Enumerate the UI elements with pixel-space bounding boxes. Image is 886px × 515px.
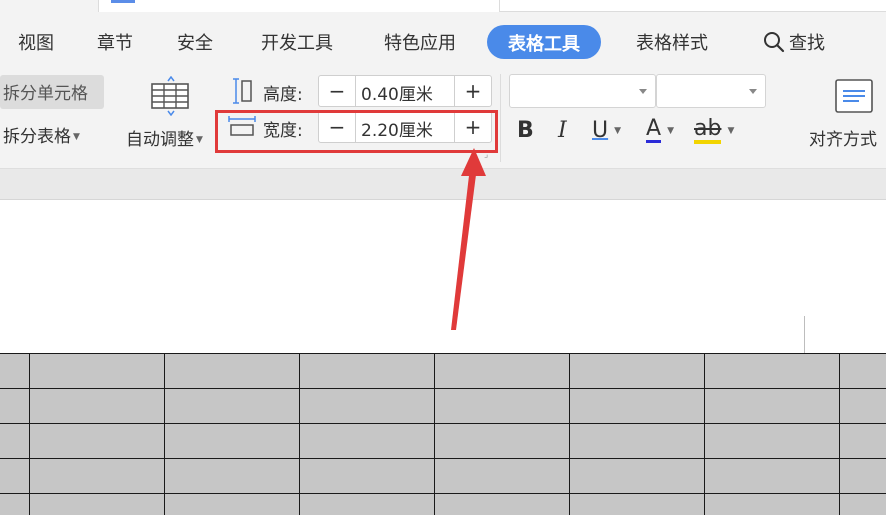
search-icon — [764, 32, 785, 53]
table-column-divider[interactable] — [704, 353, 705, 515]
font-name-select[interactable] — [509, 74, 656, 108]
width-highlight-box — [215, 110, 498, 153]
row-height-stepper[interactable]: − 0.40厘米 + — [318, 75, 492, 107]
underline-icon: U — [592, 118, 609, 143]
autofit-table-icon[interactable] — [151, 76, 191, 116]
table-column-divider[interactable] — [434, 353, 435, 515]
menu-bar: 视图 章节 安全 开发工具 特色应用 表格工具 表格样式 查找 — [0, 12, 886, 70]
tab-chapter[interactable]: 章节 — [97, 29, 133, 55]
table-row-divider[interactable] — [0, 458, 886, 459]
row-height-input[interactable]: 0.40厘米 — [355, 76, 455, 106]
tab-developer-tools[interactable]: 开发工具 — [261, 29, 333, 55]
chevron-down-icon: ▼ — [727, 126, 735, 136]
search-label: 查找 — [789, 33, 825, 54]
autofit-button[interactable]: 自动调整 ▼ — [126, 125, 203, 150]
row-height-label: 高度: — [263, 85, 303, 105]
align-label: 对齐方式 — [809, 130, 877, 150]
ruler-band — [0, 168, 886, 200]
chevron-down-icon — [749, 89, 757, 94]
table-column-divider[interactable] — [839, 353, 840, 515]
document-table[interactable] — [0, 353, 886, 515]
chevron-down-icon: ▼ — [73, 132, 80, 142]
autofit-label: 自动调整 — [126, 130, 194, 150]
window-top-strip — [0, 0, 886, 12]
row-height-icon — [233, 78, 252, 104]
search-button[interactable]: 查找 — [762, 29, 825, 55]
table-column-divider[interactable] — [569, 353, 570, 515]
tab-table-style[interactable]: 表格样式 — [636, 29, 708, 55]
tab-security[interactable]: 安全 — [177, 29, 213, 55]
tab-table-tools[interactable]: 表格工具 — [487, 25, 601, 59]
tab-view[interactable]: 视图 — [18, 29, 54, 55]
split-table-label: 拆分表格 — [3, 127, 71, 147]
font-color-icon: A — [646, 116, 662, 143]
table-column-divider[interactable] — [299, 353, 300, 515]
document-tab[interactable] — [98, 0, 500, 12]
align-button[interactable]: 对齐方式 — [809, 125, 877, 150]
italic-button[interactable]: I — [558, 118, 567, 143]
table-row-divider[interactable] — [0, 388, 886, 389]
table-column-divider[interactable] — [29, 353, 30, 515]
bold-button[interactable]: B — [517, 118, 534, 143]
split-cell-button[interactable]: 拆分单元格 — [0, 75, 104, 109]
chevron-down-icon: ▼ — [196, 135, 203, 145]
font-size-select[interactable] — [656, 74, 766, 108]
chevron-down-icon: ▼ — [667, 125, 674, 136]
split-table-button[interactable]: 拆分表格 ▼ — [3, 122, 80, 147]
ribbon-separator — [500, 74, 501, 162]
table-column-divider[interactable] — [164, 353, 165, 515]
row-height-decrease-button[interactable]: − — [319, 76, 355, 106]
row-height-increase-button[interactable]: + — [455, 76, 491, 106]
align-icon[interactable] — [835, 79, 873, 113]
highlight-icon: ab — [694, 118, 722, 144]
table-row-divider[interactable] — [0, 353, 886, 354]
font-color-button[interactable]: A ▼ — [646, 118, 674, 143]
tab-strip-space — [500, 0, 886, 12]
table-row-divider[interactable] — [0, 493, 886, 494]
chevron-down-icon: ▼ — [614, 125, 622, 136]
text-cursor-line — [804, 316, 805, 354]
tab-special-apps[interactable]: 特色应用 — [384, 29, 456, 55]
split-cell-label: 拆分单元格 — [3, 84, 88, 104]
document-tab-indicator — [111, 0, 135, 3]
underline-button[interactable]: U ▼ — [592, 118, 621, 143]
highlight-button[interactable]: ab ▼ — [694, 118, 734, 144]
table-row-divider[interactable] — [0, 423, 886, 424]
chevron-down-icon — [639, 89, 647, 94]
